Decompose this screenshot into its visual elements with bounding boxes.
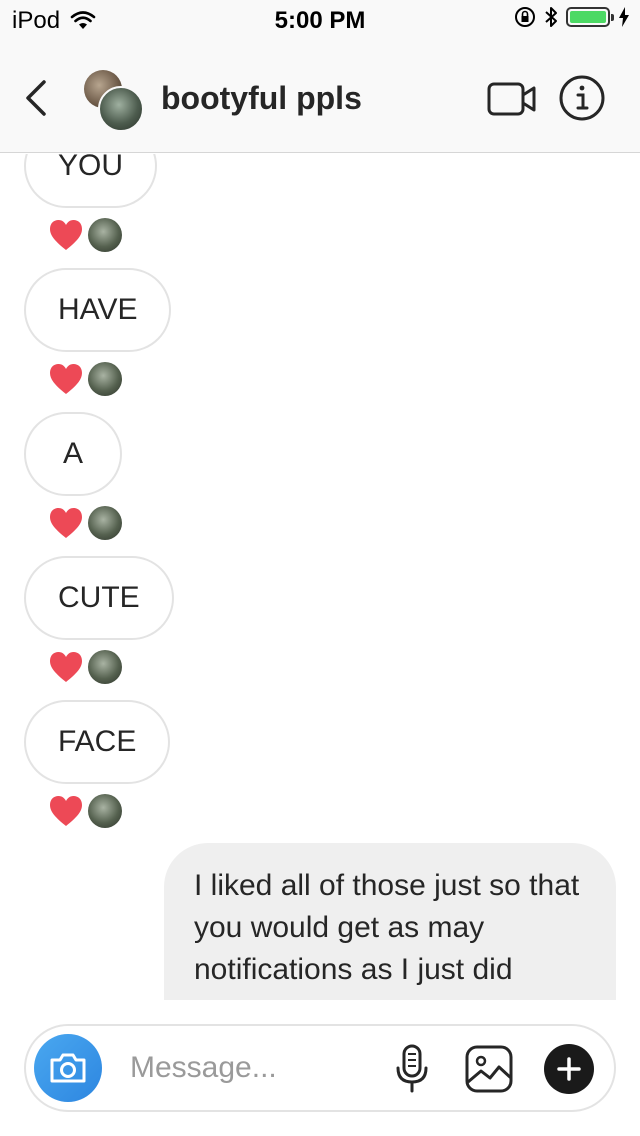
video-call-icon[interactable] bbox=[487, 80, 537, 118]
message-bubble-incoming[interactable]: HAVE bbox=[24, 268, 172, 352]
battery-fill bbox=[570, 11, 606, 23]
group-avatar-photo-2 bbox=[98, 86, 144, 132]
camera-button[interactable] bbox=[34, 1034, 102, 1102]
battery-icon bbox=[566, 7, 614, 27]
bluetooth-icon bbox=[545, 7, 557, 27]
message-bubble-incoming[interactable]: YOU bbox=[24, 154, 158, 208]
message-text: HAVE bbox=[58, 293, 138, 326]
info-icon[interactable] bbox=[558, 74, 606, 122]
message-text: YOU bbox=[58, 154, 124, 182]
reactor-avatar bbox=[88, 362, 122, 396]
message-reaction[interactable] bbox=[48, 506, 122, 540]
back-chevron-icon[interactable] bbox=[20, 78, 52, 118]
microphone-icon[interactable] bbox=[394, 1044, 430, 1094]
message-bubble-incoming[interactable]: CUTE bbox=[24, 556, 174, 640]
status-right bbox=[514, 6, 630, 28]
message-text: A bbox=[62, 437, 83, 470]
message-bubble-incoming[interactable]: FACE bbox=[24, 700, 171, 784]
status-bar: iPod 5:00 PM bbox=[0, 0, 640, 40]
message-bubble-incoming[interactable]: A bbox=[24, 412, 122, 496]
message-reaction[interactable] bbox=[48, 218, 122, 252]
heart-icon bbox=[50, 220, 82, 250]
message-reaction[interactable] bbox=[48, 794, 122, 828]
heart-icon bbox=[50, 508, 82, 538]
reactor-avatar bbox=[88, 794, 122, 828]
heart-icon bbox=[50, 652, 82, 682]
heart-icon bbox=[50, 796, 82, 826]
message-text: FACE bbox=[58, 725, 137, 758]
message-reaction[interactable] bbox=[48, 650, 122, 684]
chat-header: bootyful ppls bbox=[0, 40, 640, 153]
message-text: CUTE bbox=[58, 581, 140, 614]
orientation-lock-icon bbox=[515, 7, 535, 27]
group-avatar[interactable] bbox=[84, 70, 144, 132]
message-reaction[interactable] bbox=[48, 362, 122, 396]
plus-icon bbox=[557, 1057, 581, 1081]
reactor-avatar bbox=[88, 218, 122, 252]
message-composer bbox=[24, 1024, 616, 1112]
camera-icon bbox=[50, 1053, 86, 1083]
reactor-avatar bbox=[88, 506, 122, 540]
message-bubble-outgoing[interactable]: I liked all of those just so that you wo… bbox=[164, 843, 616, 1000]
message-text: I liked all of those just so that you wo… bbox=[194, 869, 580, 986]
gallery-icon[interactable] bbox=[464, 1044, 514, 1094]
chat-title[interactable]: bootyful ppls bbox=[161, 80, 362, 117]
heart-icon bbox=[50, 364, 82, 394]
message-input[interactable] bbox=[130, 1048, 380, 1088]
message-thread[interactable]: YOU HAVE A CUTE FACE I liked all of thos… bbox=[0, 154, 640, 1000]
plus-button[interactable] bbox=[544, 1044, 594, 1094]
charging-bolt-icon bbox=[619, 7, 629, 27]
reactor-avatar bbox=[88, 650, 122, 684]
